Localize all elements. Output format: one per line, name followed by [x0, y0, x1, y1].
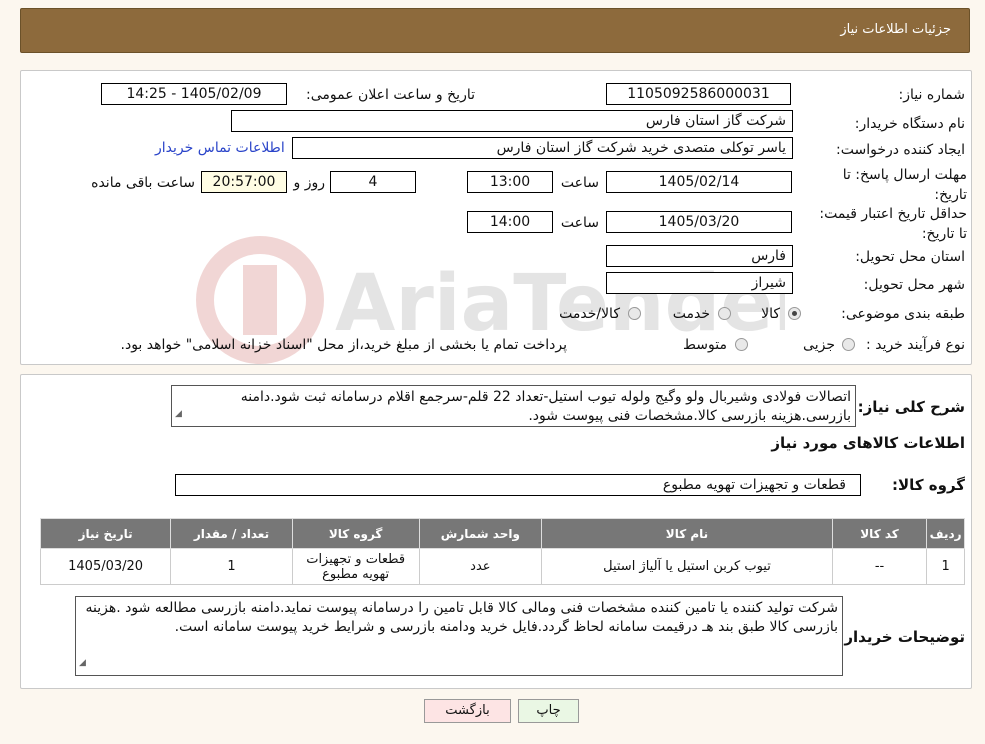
- process-note: پرداخت تمام یا بخشی از مبلغ خرید،از محل …: [120, 337, 567, 353]
- category-option-service: خدمت: [672, 306, 710, 322]
- buyer-notes-label: توضیحات خریدار:: [838, 628, 965, 646]
- price-time-label: ساعت: [560, 215, 599, 231]
- price-validity-label: حداقل تاریخ اعتبار قیمت: تا تاریخ:: [819, 206, 967, 242]
- col-header-code: کد کالا: [831, 518, 928, 549]
- category-option-both: کالا/خدمت: [559, 306, 620, 322]
- creator-label: ایجاد کننده درخواست:: [836, 142, 965, 158]
- city-field: شیراز: [606, 272, 793, 294]
- reply-deadline-label: مهلت ارسال پاسخ: تا تاریخ:: [842, 167, 967, 203]
- description-textarea[interactable]: اتصالات فولادی وشیربال ولو وگیج ولوله تی…: [171, 385, 856, 427]
- category-radio-service[interactable]: [718, 307, 731, 320]
- remaining-time-field: 20:57:00: [201, 171, 287, 193]
- print-button[interactable]: چاپ: [518, 699, 579, 723]
- cell-qty: 1: [170, 548, 293, 585]
- process-option-medium: متوسط: [683, 337, 727, 353]
- announce-field: 1405/02/09 - 14:25: [101, 83, 287, 105]
- reply-time-field: 13:00: [467, 171, 553, 193]
- description-text: اتصالات فولادی وشیربال ولو وگیج ولوله تی…: [240, 389, 851, 424]
- category-radio-goods[interactable]: [788, 307, 801, 320]
- creator-field: یاسر توکلی متصدی خرید شرکت گاز استان فار…: [292, 137, 793, 159]
- goods-group-field: قطعات و تجهیزات تهویه مطبوع: [175, 474, 861, 496]
- goods-section-title: اطلاعات کالاهای مورد نیاز: [771, 434, 965, 452]
- days-label: روز و: [293, 175, 326, 191]
- days-field: 4: [330, 171, 416, 193]
- category-radio-both[interactable]: [628, 307, 641, 320]
- province-field: فارس: [606, 245, 793, 267]
- cell-row-num: 1: [926, 548, 965, 585]
- col-header-unit: واحد شمارش: [418, 518, 543, 549]
- cell-group: قطعات و تجهیزات تهویه مطبوع: [291, 548, 420, 585]
- description-label: شرح کلی نیاز:: [857, 398, 965, 416]
- page-header: جزئیات اطلاعات نیاز: [20, 8, 970, 53]
- process-radio-medium[interactable]: [735, 338, 748, 351]
- goods-group-label: گروه کالا:: [892, 476, 965, 494]
- announce-label: تاریخ و ساعت اعلان عمومی:: [306, 87, 475, 103]
- reply-time-label: ساعت: [560, 175, 599, 191]
- city-label: شهر محل تحویل:: [863, 277, 965, 293]
- col-header-group: گروه کالا: [291, 518, 420, 549]
- process-option-minor: جزیی: [803, 337, 835, 353]
- province-label: استان محل تحویل:: [855, 249, 965, 265]
- category-option-goods: کالا: [761, 306, 780, 322]
- resize-grip-icon[interactable]: ◢: [175, 405, 182, 424]
- buyer-org-label: نام دستگاه خریدار:: [854, 116, 965, 132]
- table-row: 1 -- تیوب کربن استیل یا آلیاژ استیل عدد …: [39, 548, 965, 585]
- price-time-field: 14:00: [467, 211, 553, 233]
- process-radio-minor[interactable]: [842, 338, 855, 351]
- process-label: نوع فرآیند خرید :: [866, 337, 965, 353]
- col-header-row-num: ردیف: [926, 518, 965, 549]
- cell-code: --: [831, 548, 928, 585]
- need-number-field: 1105092586000031: [606, 83, 791, 105]
- cell-name: تیوب کربن استیل یا آلیاژ استیل: [541, 548, 833, 585]
- category-label: طبقه بندی موضوعی:: [841, 306, 965, 322]
- table-header-row: ردیف کد کالا نام کالا واحد شمارش گروه کا…: [39, 518, 965, 549]
- buyer-org-field: شرکت گاز استان فارس: [231, 110, 793, 132]
- goods-table: ردیف کد کالا نام کالا واحد شمارش گروه کا…: [39, 518, 965, 585]
- buyer-notes-text: شرکت تولید کننده یا تامین کننده مشخصات ف…: [85, 600, 838, 635]
- col-header-date: تاریخ نیاز: [39, 518, 172, 549]
- resize-grip-icon[interactable]: ◢: [79, 654, 86, 673]
- page-title: جزئیات اطلاعات نیاز: [840, 22, 951, 37]
- col-header-name: نام کالا: [541, 518, 833, 549]
- price-date-field: 1405/03/20: [606, 211, 792, 233]
- cell-date: 1405/03/20: [39, 548, 172, 585]
- back-button[interactable]: بازگشت: [424, 699, 511, 723]
- buyer-notes-textarea[interactable]: شرکت تولید کننده یا تامین کننده مشخصات ف…: [75, 596, 843, 676]
- buyer-contact-link[interactable]: اطلاعات تماس خریدار: [155, 140, 285, 156]
- remaining-label: ساعت باقی مانده: [91, 175, 195, 191]
- cell-unit: عدد: [418, 548, 543, 585]
- reply-date-field: 1405/02/14: [606, 171, 792, 193]
- need-number-label: شماره نیاز:: [898, 87, 966, 103]
- col-header-qty: تعداد / مقدار: [170, 518, 293, 549]
